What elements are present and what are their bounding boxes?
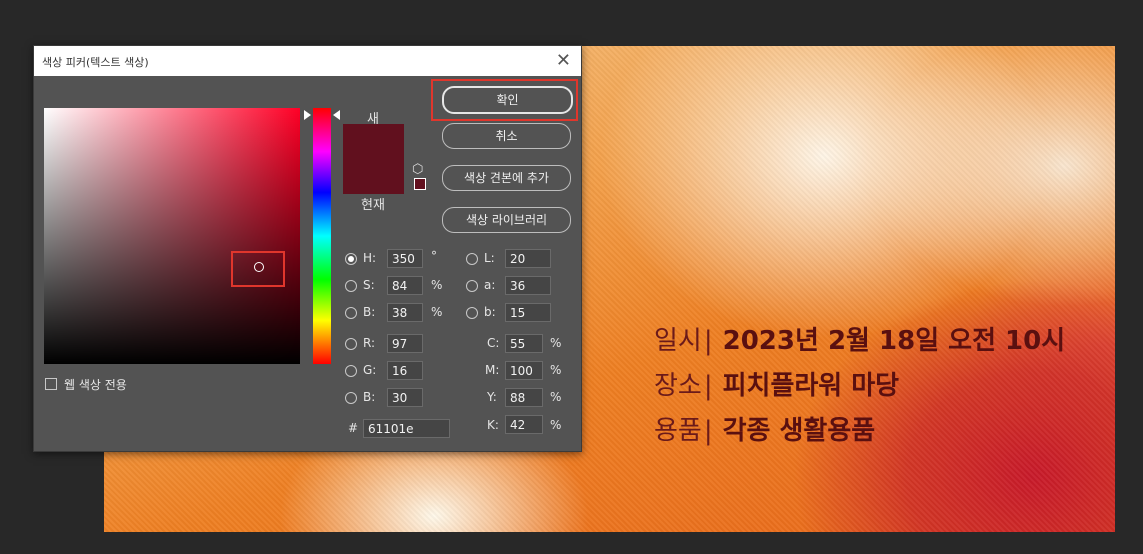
label-y: Y: — [487, 390, 497, 404]
label-g: G: — [363, 363, 377, 377]
poster-separator: | — [703, 326, 713, 356]
label-h: H: — [363, 251, 377, 265]
input-y[interactable]: 88 — [505, 388, 543, 407]
dialog-titlebar[interactable]: 색상 피커(텍스트 색상) ✕ — [34, 46, 581, 76]
input-l[interactable]: 20 — [505, 249, 551, 268]
poster-value: 각종 생활용품 — [722, 416, 876, 446]
poster-separator: | — [703, 416, 713, 446]
input-lab-b[interactable]: 15 — [505, 303, 551, 322]
poster-label: 일시 — [654, 326, 702, 356]
radio-g[interactable] — [345, 365, 357, 377]
unit-s: % — [431, 278, 443, 292]
input-g[interactable]: 16 — [387, 361, 423, 380]
color-swatch-preview — [343, 124, 404, 194]
color-picker-dialog: 색상 피커(텍스트 색상) ✕ 새 현재 ⬡ 확인 취소 색상 견본에 추가 색… — [33, 45, 582, 452]
poster-value: 2023년 2월 18일 오전 10시 — [722, 326, 1066, 356]
unit-y: % — [550, 390, 562, 404]
label-lab-b: b: — [484, 305, 496, 319]
input-b[interactable]: 38 — [387, 303, 423, 322]
unit-m: % — [550, 363, 562, 377]
radio-lab-b[interactable] — [466, 307, 478, 319]
radio-s[interactable] — [345, 280, 357, 292]
label-blue: B: — [363, 390, 376, 404]
poster-line-items[interactable]: 용품| 각종 생활용품 — [654, 410, 875, 447]
ok-button[interactable]: 확인 — [442, 86, 573, 114]
unit-b: % — [431, 305, 443, 319]
gamut-swatch[interactable] — [414, 178, 426, 190]
poster-line-place[interactable]: 장소| 피치플라워 마당 — [654, 365, 899, 402]
radio-b[interactable] — [345, 307, 357, 319]
poster-value: 피치플라워 마당 — [722, 371, 900, 401]
cancel-button[interactable]: 취소 — [442, 123, 571, 149]
input-h[interactable]: 350 — [387, 249, 423, 268]
unit-h: ° — [431, 249, 437, 263]
color-libraries-button[interactable]: 색상 라이브러리 — [442, 207, 571, 233]
label-hex: # — [348, 421, 359, 435]
label-s: S: — [363, 278, 375, 292]
radio-blue[interactable] — [345, 392, 357, 404]
hue-slider-left-arrow-icon[interactable] — [304, 110, 311, 120]
label-r: R: — [363, 336, 376, 350]
poster-separator: | — [703, 371, 713, 401]
label-k: K: — [487, 418, 499, 432]
radio-l[interactable] — [466, 253, 478, 265]
input-r[interactable]: 97 — [387, 334, 423, 353]
label-m: M: — [485, 363, 500, 377]
label-c: C: — [487, 336, 500, 350]
radio-a[interactable] — [466, 280, 478, 292]
poster-label: 용품 — [654, 416, 702, 446]
label-l: L: — [484, 251, 495, 265]
input-k[interactable]: 42 — [505, 415, 543, 434]
web-colors-only-checkbox[interactable] — [45, 378, 57, 390]
radio-r[interactable] — [345, 338, 357, 350]
input-c[interactable]: 55 — [505, 334, 543, 353]
saturation-brightness-field[interactable] — [44, 108, 300, 364]
radio-h[interactable] — [345, 253, 357, 265]
input-blue[interactable]: 30 — [387, 388, 423, 407]
input-m[interactable]: 100 — [505, 361, 543, 380]
poster-label: 장소 — [654, 371, 702, 401]
poster-line-date[interactable]: 일시| 2023년 2월 18일 오전 10시 — [654, 320, 1065, 357]
input-s[interactable]: 84 — [387, 276, 423, 295]
add-to-swatches-button[interactable]: 색상 견본에 추가 — [442, 165, 571, 191]
input-a[interactable]: 36 — [505, 276, 551, 295]
hue-slider-right-arrow-icon[interactable] — [333, 110, 340, 120]
cursor-highlight-box — [231, 251, 285, 287]
dialog-title: 색상 피커(텍스트 색상) — [42, 56, 149, 69]
current-color-label: 현재 — [361, 198, 385, 213]
hue-slider[interactable] — [313, 108, 331, 364]
input-hex[interactable]: 61101e — [363, 419, 450, 438]
label-b: B: — [363, 305, 376, 319]
web-colors-only-label: 웹 색상 전용 — [64, 378, 127, 392]
unit-k: % — [550, 418, 562, 432]
close-icon[interactable]: ✕ — [556, 50, 571, 71]
label-a: a: — [484, 278, 496, 292]
unit-c: % — [550, 336, 562, 350]
gamut-cube-icon[interactable]: ⬡ — [412, 162, 423, 177]
